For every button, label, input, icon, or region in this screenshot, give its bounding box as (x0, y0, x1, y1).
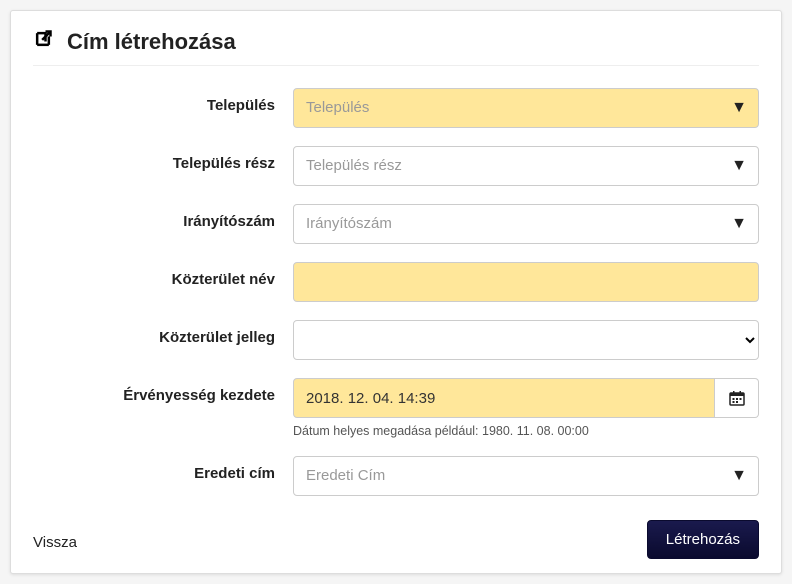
submit-button[interactable]: Létrehozás (647, 520, 759, 559)
row-kozterulet-nev: Közterület név (33, 262, 759, 302)
input-kozterulet-nev[interactable] (293, 262, 759, 302)
select-iranyitoszam[interactable]: Irányítószám ▼ (293, 204, 759, 244)
row-ervenyesseg: Érvényesség kezdete (33, 378, 759, 438)
select-kozterulet-jelleg[interactable] (293, 320, 759, 360)
page-title: Cím létrehozása (67, 29, 236, 55)
calendar-icon (729, 390, 745, 406)
address-create-panel: Cím létrehozása Település Település ▼ Te… (10, 10, 782, 574)
select-telepules[interactable]: Település ▼ (293, 88, 759, 128)
back-link[interactable]: Vissza (33, 534, 77, 551)
calendar-button[interactable] (715, 378, 759, 418)
select-eredeti-cim[interactable]: Eredeti Cím ▼ (293, 456, 759, 496)
select-telepules-resz[interactable]: Település rész ▼ (293, 146, 759, 186)
hint-ervenyesseg: Dátum helyes megadása például: 1980. 11.… (293, 424, 759, 438)
label-kozterulet-jelleg: Közterület jelleg (33, 320, 293, 346)
label-telepules-resz: Település rész (33, 146, 293, 172)
select-eredeti-cim-value: Eredeti Cím (293, 456, 759, 496)
row-kozterulet-jelleg: Közterület jelleg (33, 320, 759, 360)
row-eredeti-cim: Eredeti cím Eredeti Cím ▼ (33, 456, 759, 496)
select-telepules-resz-value: Település rész (293, 146, 759, 186)
label-telepules: Település (33, 88, 293, 114)
select-telepules-value: Település (293, 88, 759, 128)
select-iranyitoszam-value: Irányítószám (293, 204, 759, 244)
label-kozterulet-nev: Közterület név (33, 262, 293, 288)
row-iranyitoszam: Irányítószám Irányítószám ▼ (33, 204, 759, 244)
panel-header: Cím létrehozása (33, 29, 759, 66)
external-link-icon (33, 29, 53, 55)
row-telepules: Település Település ▼ (33, 88, 759, 128)
row-telepules-resz: Település rész Település rész ▼ (33, 146, 759, 186)
label-eredeti-cim: Eredeti cím (33, 456, 293, 482)
label-ervenyesseg: Érvényesség kezdete (33, 378, 293, 404)
input-ervenyesseg[interactable] (293, 378, 715, 418)
label-iranyitoszam: Irányítószám (33, 204, 293, 230)
